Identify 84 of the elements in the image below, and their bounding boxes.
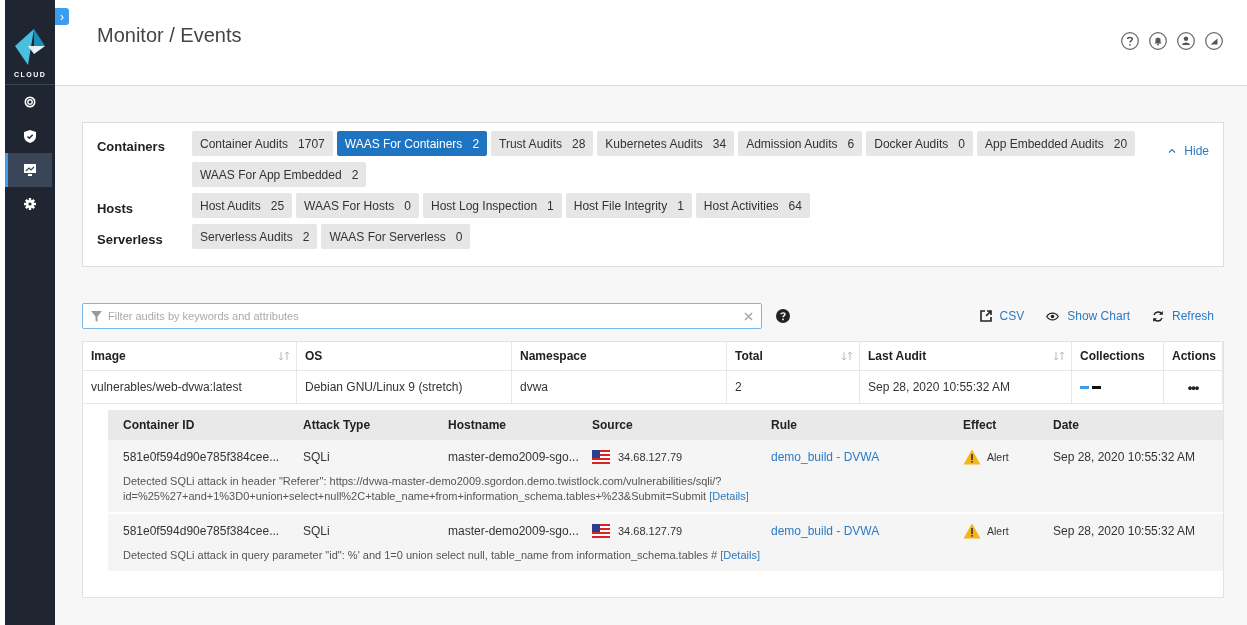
- flag-icon: [592, 524, 610, 538]
- column-header[interactable]: OS: [297, 342, 512, 371]
- search-field[interactable]: Filter audits by keywords and attributes: [82, 303, 762, 329]
- column-header: Effect: [948, 410, 1038, 440]
- warning-icon: [963, 523, 981, 539]
- category-tab[interactable]: WAAS For Hosts 0: [296, 193, 419, 218]
- category-tab[interactable]: Kubernetes Audits 34: [597, 131, 735, 156]
- column-header[interactable]: Image: [83, 342, 297, 371]
- column-header: Attack Type: [288, 410, 433, 440]
- table-cell: 2: [727, 371, 860, 404]
- table-cell-text: master-demo2009-sgo...: [447, 449, 577, 466]
- category-tab[interactable]: Serverless Audits 2: [192, 224, 318, 249]
- table-cell: Sep 28, 2020 10:55:32 AM: [860, 371, 1072, 404]
- category-tab[interactable]: Host Log Inspection 1: [423, 193, 562, 218]
- compass-icon[interactable]: [1205, 32, 1223, 50]
- event-message: Detected SQLi attack in query parameter "id": %' and 1=0 union select null, table_name from information_schema.tables #: [123, 549, 718, 561]
- column-header: Hostname: [433, 410, 577, 440]
- more-button[interactable]: •••: [1181, 378, 1205, 396]
- table-cell-text: 581e0f594d90e785f384cee...: [122, 449, 281, 466]
- event-message: id=%25%27+and+1%3D0+union+select+null%2C+table_name+from+information_schema.tables+%23&Submit=Submit: [123, 490, 707, 502]
- filter-icon: [91, 310, 102, 322]
- category-tab[interactable]: WAAS For App Embedded 2: [192, 162, 367, 187]
- toolbar-link[interactable]: Show Chart: [1046, 309, 1130, 323]
- category-tab[interactable]: Host Audits 25: [192, 193, 293, 218]
- warning-icon: [963, 449, 981, 465]
- category-tab[interactable]: Host File Integrity 1: [565, 193, 692, 218]
- refresh-icon: [1151, 309, 1164, 323]
- table-cell-text: 581e0f594d90e785f384cee...: [122, 523, 281, 540]
- source-ip: 34.68.127.79: [618, 525, 683, 537]
- category-tab[interactable]: App Embedded Audits 20: [977, 131, 1136, 156]
- category-label: Containers: [97, 138, 166, 156]
- table-cell-text: Sep 28, 2020 10:55:32 AM: [1052, 523, 1197, 540]
- help-icon[interactable]: [1121, 32, 1139, 50]
- category-tab[interactable]: WAAS For Serverless 0: [321, 224, 471, 249]
- effect-label: Alert: [987, 525, 1009, 537]
- source-ip: 34.68.127.79: [618, 451, 683, 463]
- caret-icon[interactable]: [1168, 148, 1177, 153]
- column-header[interactable]: Collections: [1072, 342, 1164, 371]
- category-tab[interactable]: Docker Audits 0: [866, 131, 973, 156]
- rule-link[interactable]: demo_build - DVWA: [771, 450, 880, 464]
- toolbar-link[interactable]: CSV: [979, 309, 1025, 323]
- column-header[interactable]: Actions: [1164, 342, 1223, 371]
- search-input[interactable]: Filter audits by keywords and attributes: [108, 310, 738, 322]
- column-header: Rule: [756, 410, 948, 440]
- monitor-icon: [24, 164, 37, 176]
- table-cell: dvwa: [512, 371, 727, 404]
- column-header: Source: [577, 410, 756, 440]
- eye-icon: [1046, 311, 1060, 321]
- table-cell-text: SQLi: [302, 523, 331, 540]
- page-title: Monitor / Events: [97, 24, 242, 47]
- table-cell: Debian GNU/Linux 9 (stretch): [297, 371, 512, 404]
- settings-icon: [24, 198, 37, 210]
- user-icon[interactable]: [1177, 32, 1195, 50]
- logo-icon: [15, 29, 46, 65]
- export-icon: [979, 310, 992, 322]
- event-message: Detected SQLi attack in header "Referer": https://dvwa-master-demo2009.sgordon.demo.twistlock.com/vulnerabilities/sqli/?: [123, 475, 722, 487]
- column-header[interactable]: Last Audit: [860, 342, 1072, 371]
- sidebar-item[interactable]: [5, 153, 52, 187]
- details-link[interactable]: [Details]: [720, 549, 760, 561]
- category-label: Serverless: [97, 231, 164, 249]
- table-cell-text: Sep 28, 2020 10:55:32 AM: [1052, 449, 1197, 466]
- column-header[interactable]: Total: [727, 342, 860, 371]
- flag-icon: [592, 450, 610, 464]
- column-header[interactable]: Namespace: [512, 342, 727, 371]
- category-tab[interactable]: Admission Audits 6: [738, 131, 863, 156]
- table-cell-text: SQLi: [302, 449, 331, 466]
- radar-icon: [24, 96, 37, 108]
- category-tab[interactable]: Container Audits 1707: [192, 131, 333, 156]
- notifications-icon[interactable]: [1149, 32, 1167, 50]
- shield-icon: [24, 129, 37, 143]
- table-cell-text: master-demo2009-sgo...: [447, 523, 577, 540]
- category-tab[interactable]: Trust Audits 28: [491, 131, 594, 156]
- toolbar-link[interactable]: Refresh: [1151, 309, 1214, 323]
- category-tab[interactable]: Host Activities 64: [695, 193, 810, 218]
- column-header: Container ID: [108, 410, 288, 440]
- help-icon[interactable]: [776, 309, 790, 323]
- category-label: Hosts: [97, 200, 135, 218]
- details-link[interactable]: [Details]: [709, 490, 749, 502]
- table-cell: vulnerables/web-dvwa:latest: [83, 371, 297, 404]
- rule-link[interactable]: demo_build - DVWA: [771, 524, 880, 538]
- column-header: Date: [1038, 410, 1223, 440]
- category-tab[interactable]: WAAS For Containers 2: [336, 131, 488, 156]
- hide-link[interactable]: Hide: [1184, 143, 1209, 158]
- effect-label: Alert: [987, 451, 1009, 463]
